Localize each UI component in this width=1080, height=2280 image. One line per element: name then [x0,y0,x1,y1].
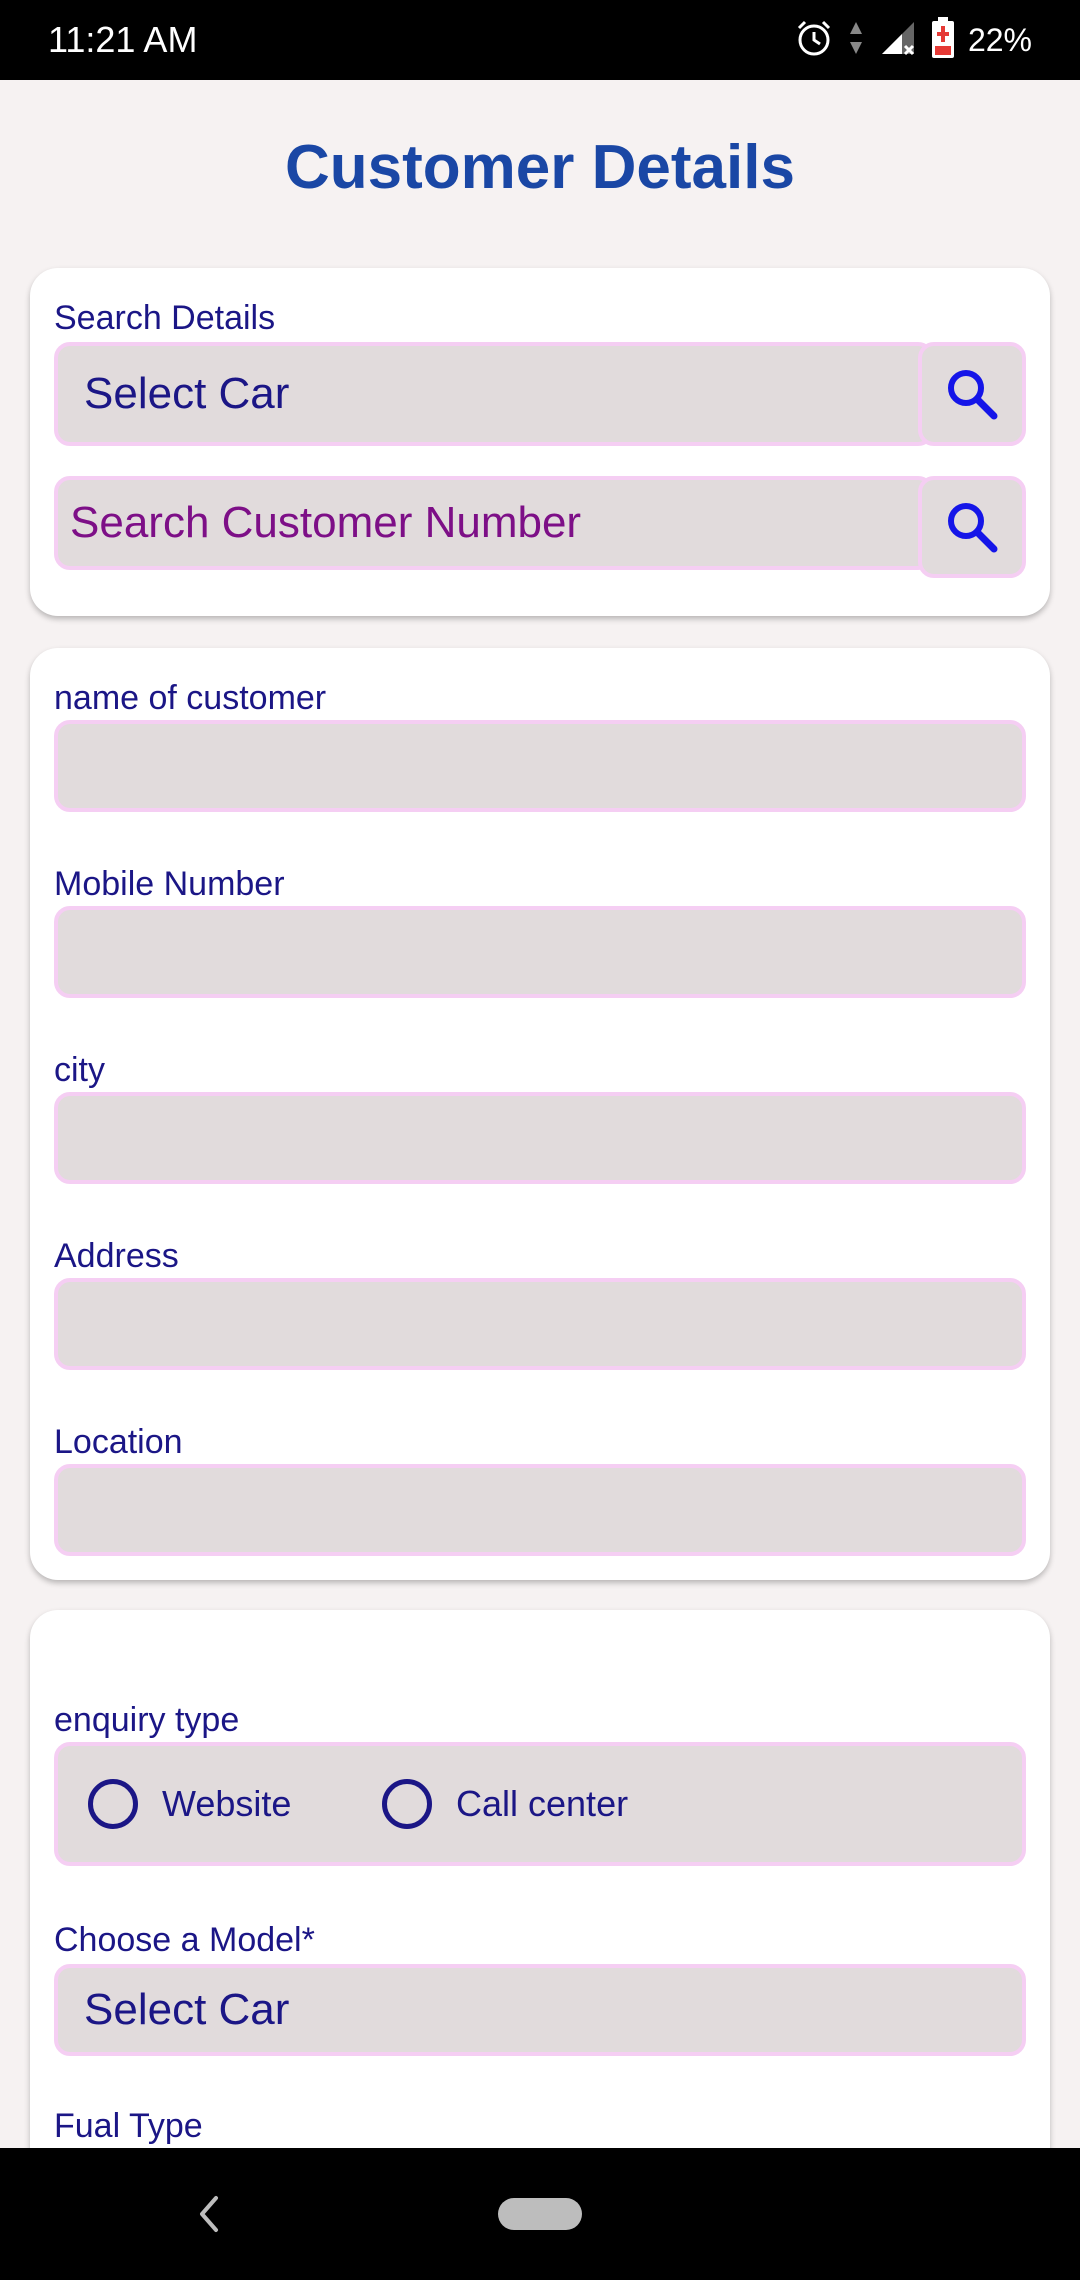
model-select-value: Select Car [84,1985,290,2034]
customer-search-button[interactable] [918,476,1026,578]
enquiry-type-label: enquiry type [54,1701,240,1739]
car-select-value: Select Car [84,369,290,418]
customer-name-label: name of customer [54,679,327,717]
page-title: Customer Details [285,133,795,202]
choose-model-label: Choose a Model* [54,1921,315,1959]
status-bar: 11:21 AM 22% [0,0,1080,80]
customer-number-placeholder: Search Customer Number [70,498,582,547]
home-pill-icon[interactable] [498,2198,582,2230]
back-icon[interactable] [188,2190,228,2238]
navigation-bar [0,2148,1080,2280]
car-search-button[interactable] [918,342,1026,446]
location-input[interactable] [54,1464,1026,1556]
radio-circle-icon [382,1779,432,1829]
radio-call-center[interactable]: Call center [382,1746,628,1862]
battery-charging-icon [930,16,956,65]
city-label: city [54,1051,105,1089]
enquiry-card: enquiry type Website Call center Choose … [30,1610,1050,2230]
data-arrows-icon [846,18,866,63]
customer-name-input[interactable] [54,720,1026,812]
alarm-icon [794,18,834,63]
fuel-type-label: Fual Type [54,2107,203,2145]
address-label: Address [54,1237,179,1275]
mobile-number-label: Mobile Number [54,865,285,903]
customer-info-card: name of customer Mobile Number city Addr… [30,648,1050,1580]
radio-website[interactable]: Website [88,1746,291,1862]
location-label: Location [54,1423,183,1461]
model-select-dropdown[interactable]: Select Car [54,1964,1026,2056]
search-icon [948,370,998,420]
status-icons: 22% [794,16,1032,64]
radio-call-center-label: Call center [456,1783,629,1824]
search-icon [948,503,998,553]
address-input[interactable] [54,1278,1026,1370]
enquiry-type-radio-group: Website Call center [54,1742,1026,1866]
mobile-number-input[interactable] [54,906,1026,998]
search-details-label: Search Details [54,299,276,337]
status-time: 11:21 AM [48,19,198,60]
battery-percentage: 22% [967,22,1032,58]
city-input[interactable] [54,1092,1026,1184]
radio-circle-icon [88,1779,138,1829]
radio-website-label: Website [162,1783,292,1824]
search-card: Search Details Select Car Search Custome… [30,268,1050,616]
signal-icon [878,18,918,63]
car-select-dropdown[interactable]: Select Car [54,342,934,446]
customer-number-search-input[interactable]: Search Customer Number [54,476,934,570]
